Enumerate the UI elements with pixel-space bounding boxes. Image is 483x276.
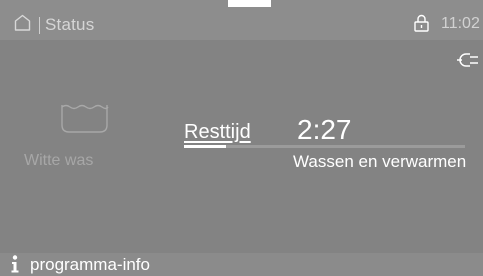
remaining-time-label[interactable]: Resttijd bbox=[184, 121, 251, 144]
status-screen: Status 11:02 Witte was Resttijd 2:27 Was… bbox=[0, 0, 483, 276]
progress-bar bbox=[184, 145, 465, 148]
clock: 11:02 bbox=[441, 15, 480, 32]
top-tab-handle[interactable] bbox=[228, 0, 271, 7]
home-icon[interactable] bbox=[14, 14, 31, 31]
program-phase: Wassen en verwarmen bbox=[293, 152, 467, 171]
lock-icon[interactable] bbox=[414, 14, 429, 32]
remaining-time-value: 2:27 bbox=[297, 114, 352, 145]
program-info-button[interactable]: programma-info bbox=[0, 253, 483, 276]
top-bar: Status 11:02 bbox=[0, 0, 483, 40]
progress-bar-fill bbox=[184, 145, 227, 148]
page-title: Status bbox=[45, 15, 95, 34]
title-separator bbox=[39, 17, 40, 34]
info-icon bbox=[11, 255, 19, 273]
washing-tub-icon bbox=[61, 104, 109, 133]
plug-icon bbox=[457, 53, 478, 67]
program-info-label: programma-info bbox=[30, 255, 150, 274]
program-name: Witte was bbox=[24, 152, 94, 169]
